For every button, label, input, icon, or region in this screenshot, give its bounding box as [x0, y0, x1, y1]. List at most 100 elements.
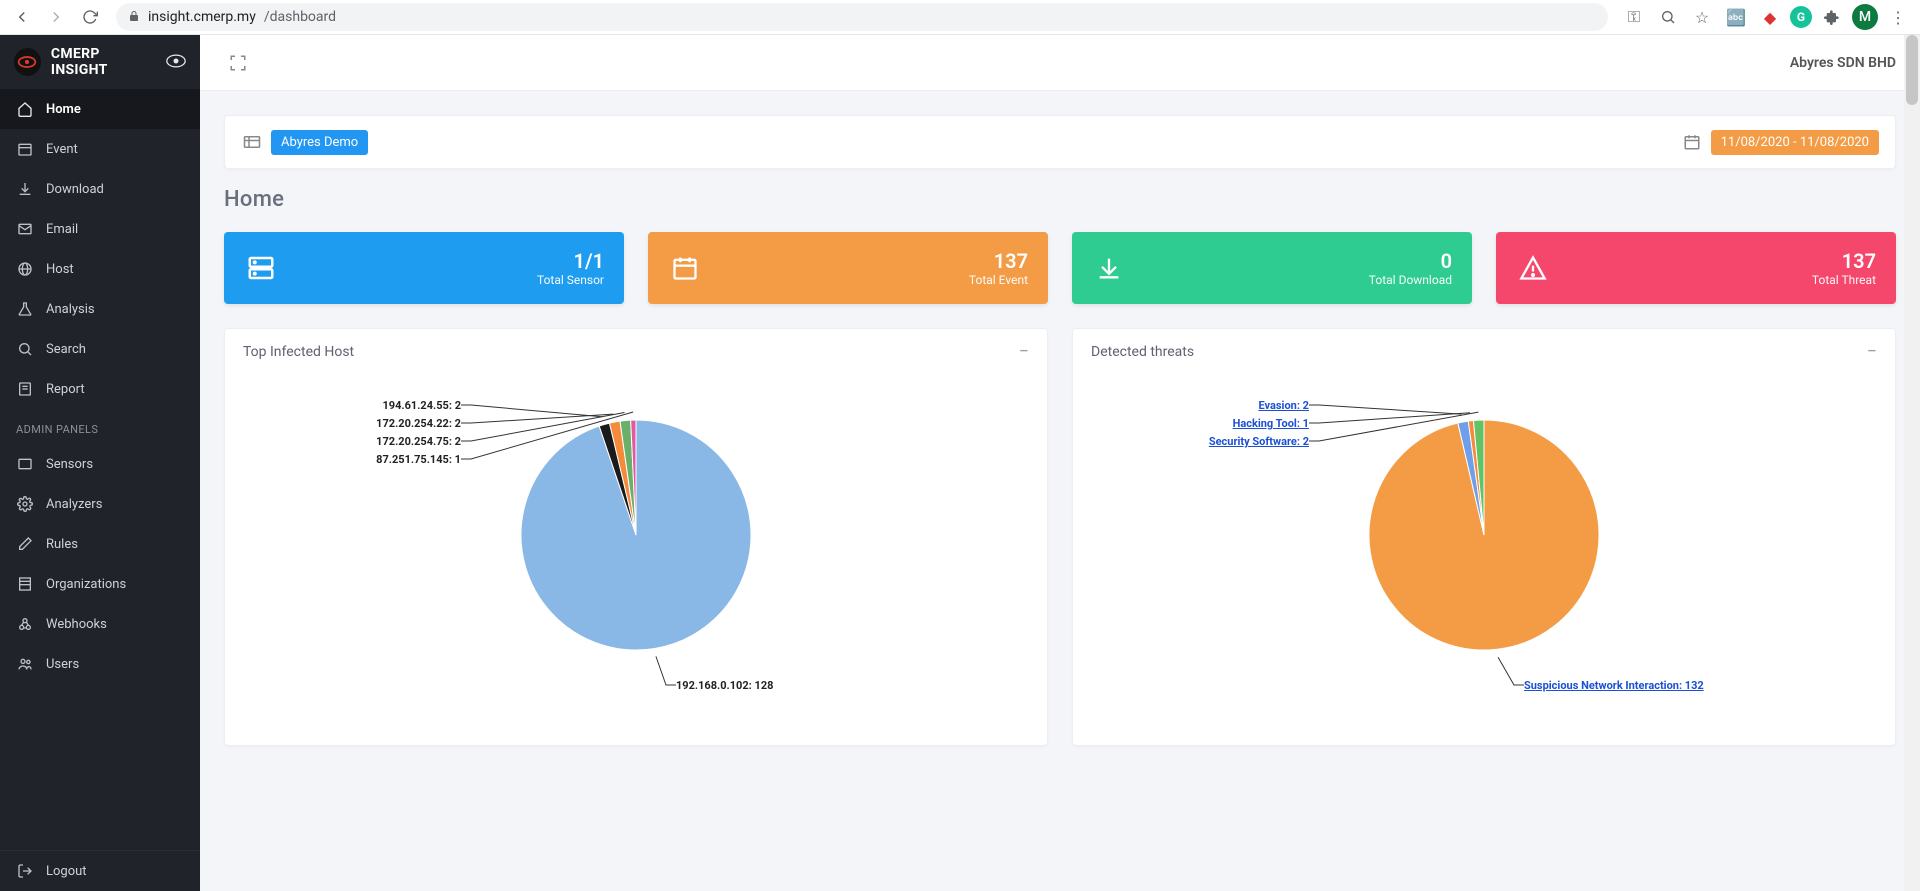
- server-icon: [244, 251, 278, 285]
- sidebar-item-rules[interactable]: Rules: [0, 524, 200, 564]
- pie-label: 194.61.24.55: 2: [382, 399, 461, 412]
- users-icon: [16, 655, 34, 673]
- kebab-icon[interactable]: ⋮: [1884, 3, 1912, 31]
- stat-total-event[interactable]: 137Total Event: [648, 232, 1048, 304]
- stat-value: 0: [1369, 249, 1452, 273]
- address-bar[interactable]: insight.cmerp.my/dashboard: [116, 3, 1608, 31]
- sidebar-item-search[interactable]: Search: [0, 329, 200, 369]
- pie-label: 172.20.254.75: 2: [376, 435, 461, 448]
- topbar: Abyres SDN BHD: [200, 35, 1920, 91]
- globe-icon: [16, 260, 34, 278]
- sidebar-item-analysis[interactable]: Analysis: [0, 289, 200, 329]
- zoom-icon[interactable]: [1654, 3, 1682, 31]
- stat-value: 1/1: [537, 249, 604, 273]
- ext2-icon[interactable]: ◆: [1756, 3, 1784, 31]
- sidebar-item-organizations[interactable]: Organizations: [0, 564, 200, 604]
- home-icon: [16, 100, 34, 118]
- star-icon[interactable]: ☆: [1688, 3, 1716, 31]
- stat-total-threat[interactable]: 137Total Threat: [1496, 232, 1896, 304]
- url-host: insight.cmerp.my: [148, 9, 256, 25]
- sidebar-item-label: Sensors: [46, 457, 93, 472]
- sidebar-item-label: Event: [46, 142, 78, 157]
- sidebar-item-label: Organizations: [46, 577, 126, 592]
- collapse-button[interactable]: −: [1019, 343, 1029, 361]
- sidebar-item-home[interactable]: Home: [0, 89, 200, 129]
- daterange-chip[interactable]: 11/08/2020 - 11/08/2020: [1711, 130, 1879, 155]
- calendar-big-icon: [668, 251, 702, 285]
- sidebar-item-label: Email: [46, 222, 78, 237]
- download-big-icon: [1092, 251, 1126, 285]
- sidebar-item-logout[interactable]: Logout: [0, 851, 200, 891]
- flask-icon: [16, 300, 34, 318]
- org-chip[interactable]: Abyres Demo: [271, 130, 368, 155]
- panel-title: Top Infected Host: [243, 344, 354, 360]
- calendar-icon[interactable]: [1681, 131, 1703, 153]
- stat-value: 137: [969, 249, 1028, 273]
- sidebar-item-label: Webhooks: [46, 617, 107, 632]
- pie-label[interactable]: Hacking Tool: 1: [1233, 417, 1309, 430]
- sidebar-item-event[interactable]: Event: [0, 129, 200, 169]
- sidebar-item-analyzers[interactable]: Analyzers: [0, 484, 200, 524]
- profile-avatar[interactable]: M: [1852, 4, 1878, 30]
- sidebar-item-webhooks[interactable]: Webhooks: [0, 604, 200, 644]
- scrollbar-thumb[interactable]: [1906, 35, 1918, 105]
- scrollbar[interactable]: [1904, 35, 1920, 891]
- reload-button[interactable]: [76, 3, 104, 31]
- collapse-button[interactable]: −: [1867, 343, 1877, 361]
- panel-title: Detected threats: [1091, 344, 1194, 360]
- stat-label: Total Download: [1369, 273, 1452, 287]
- forward-button[interactable]: [42, 3, 70, 31]
- page-title: Home: [224, 187, 1896, 212]
- pie-label[interactable]: Evasion: 2: [1258, 399, 1309, 412]
- sidebar-item-report[interactable]: Report: [0, 369, 200, 409]
- visibility-toggle-icon[interactable]: [166, 53, 186, 72]
- sidebar-item-label: Analysis: [46, 302, 95, 317]
- sidebar-item-users[interactable]: Users: [0, 644, 200, 684]
- sidebar: CMERP INSIGHT Home Event Download Email Host…: [0, 35, 200, 891]
- org-select-icon[interactable]: [241, 131, 263, 153]
- url-path: /dashboard: [264, 9, 336, 25]
- search-icon: [16, 340, 34, 358]
- company-name: Abyres SDN BHD: [1790, 55, 1896, 71]
- admin-panels-header: ADMIN PANELS: [0, 409, 200, 444]
- stat-label: Total Event: [969, 273, 1028, 287]
- grammarly-ext-icon[interactable]: G: [1790, 6, 1812, 28]
- brand-logo-icon: [14, 48, 41, 76]
- sidebar-item-host[interactable]: Host: [0, 249, 200, 289]
- stat-total-download[interactable]: 0Total Download: [1072, 232, 1472, 304]
- alert-icon: [1516, 251, 1550, 285]
- extensions-icon[interactable]: [1818, 3, 1846, 31]
- translate-ext-icon[interactable]: 🔤: [1722, 3, 1750, 31]
- sensors-icon: [16, 455, 34, 473]
- calendar-icon: [16, 140, 34, 158]
- lock-icon: [128, 10, 140, 25]
- sidebar-item-sensors[interactable]: Sensors: [0, 444, 200, 484]
- filter-bar: Abyres Demo 11/08/2020 - 11/08/2020: [224, 115, 1896, 169]
- stat-label: Total Sensor: [537, 273, 604, 287]
- org-icon: [16, 575, 34, 593]
- logout-icon: [16, 862, 34, 880]
- key-icon[interactable]: ⚿: [1620, 3, 1648, 31]
- sidebar-item-label: Search: [46, 342, 86, 357]
- sidebar-item-label: Home: [46, 102, 81, 117]
- pie-label: 87.251.75.145: 1: [376, 453, 461, 466]
- mail-icon: [16, 220, 34, 238]
- pie-label[interactable]: Security Software: 2: [1209, 435, 1309, 448]
- back-button[interactable]: [8, 3, 36, 31]
- sidebar-item-label: Host: [46, 262, 74, 277]
- sidebar-item-label: Logout: [46, 864, 87, 879]
- brand-name: CMERP INSIGHT: [51, 46, 156, 78]
- browser-toolbar: insight.cmerp.my/dashboard ⚿ ☆ 🔤 ◆ G M ⋮: [0, 0, 1920, 35]
- webhook-icon: [16, 615, 34, 633]
- sidebar-item-download[interactable]: Download: [0, 169, 200, 209]
- stat-value: 137: [1812, 249, 1876, 273]
- sidebar-item-label: Report: [46, 382, 85, 397]
- pie-label: 192.168.0.102: 128: [676, 679, 773, 692]
- stats-row: 1/1Total Sensor137Total Event0Total Down…: [224, 232, 1896, 304]
- sidebar-item-email[interactable]: Email: [0, 209, 200, 249]
- pie-label[interactable]: Suspicious Network Interaction: 132: [1524, 679, 1704, 692]
- stat-total-sensor[interactable]: 1/1Total Sensor: [224, 232, 624, 304]
- fullscreen-button[interactable]: [224, 49, 252, 77]
- sidebar-item-label: Download: [46, 182, 104, 197]
- sidebar-item-label: Analyzers: [46, 497, 102, 512]
